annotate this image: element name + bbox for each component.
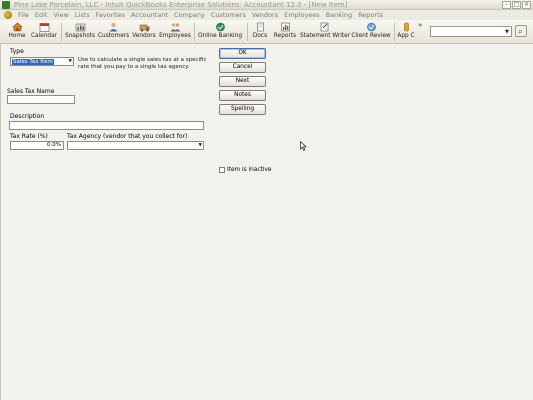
toolbar-docs-button[interactable]: Docs bbox=[251, 21, 269, 43]
tax-agency-label: Tax Agency (vendor that you collect for) bbox=[67, 133, 188, 140]
toolbar-separator bbox=[61, 23, 62, 41]
type-selected-value: Sales Tax Item bbox=[12, 59, 54, 65]
search-icon: ⌕ bbox=[518, 27, 523, 36]
chevron-down-icon[interactable]: ▼ bbox=[505, 29, 509, 35]
sales-tax-name-input[interactable] bbox=[7, 95, 75, 104]
menu-file[interactable]: File bbox=[15, 11, 32, 19]
item-inactive-checkbox[interactable] bbox=[219, 167, 225, 173]
toolbar-separator bbox=[394, 23, 395, 41]
client-review-icon bbox=[366, 22, 376, 32]
toolbar-separator bbox=[247, 23, 248, 41]
menu-employees[interactable]: Employees bbox=[281, 11, 323, 19]
description-input[interactable] bbox=[9, 121, 204, 130]
menu-view[interactable]: View bbox=[50, 11, 71, 19]
toolbar-calendar-label: Calendar bbox=[30, 33, 58, 39]
toolbar-snapshots-label: Snapshots bbox=[64, 33, 96, 39]
online-banking-icon bbox=[215, 22, 225, 32]
reports-icon bbox=[280, 22, 290, 32]
menu-favorites[interactable]: Favorites bbox=[93, 11, 128, 19]
toolbar-app-center-label: App C bbox=[397, 33, 415, 39]
notes-button[interactable]: Notes bbox=[219, 90, 266, 101]
toolbar-vendors-label: Vendors bbox=[132, 33, 156, 39]
toolbar-customers-button[interactable]: Customers bbox=[98, 21, 130, 43]
toolbar-client-review-label: Client Review bbox=[351, 33, 391, 39]
toolbar-search-combo[interactable]: ▼ bbox=[430, 26, 512, 37]
type-select[interactable]: Sales Tax Item ▼ bbox=[10, 57, 74, 66]
home-icon bbox=[11, 22, 23, 32]
close-button[interactable]: × bbox=[522, 1, 531, 9]
type-label: Type bbox=[10, 48, 24, 55]
menu-edit[interactable]: Edit bbox=[32, 11, 51, 19]
toolbar-vendors-button[interactable]: Vendors bbox=[131, 21, 157, 43]
window-controls: – □ × bbox=[502, 1, 531, 9]
menu-lists[interactable]: Lists bbox=[72, 11, 93, 19]
mouse-pointer-icon bbox=[300, 141, 307, 151]
search-button[interactable]: ⌕ bbox=[515, 25, 527, 37]
ok-button[interactable]: OK bbox=[219, 48, 266, 59]
toolbar-employees-label: Employees bbox=[159, 33, 191, 39]
type-description: Use to calculate a single sales tax at a… bbox=[78, 57, 207, 70]
toolbar-separator bbox=[194, 23, 195, 41]
snapshots-icon bbox=[75, 23, 85, 32]
toolbar-online-banking-label: Online Banking bbox=[197, 33, 243, 39]
toolbar-home-label: Home bbox=[8, 33, 26, 39]
next-button[interactable]: Next bbox=[219, 76, 266, 87]
chevron-down-icon[interactable]: ▼ bbox=[199, 143, 202, 148]
menu-vendors[interactable]: Vendors bbox=[249, 11, 281, 19]
toolbar-app-center-button[interactable]: App C bbox=[397, 21, 415, 43]
menu-banking[interactable]: Banking bbox=[323, 11, 355, 19]
toolbar-employees-button[interactable]: Employees bbox=[159, 21, 191, 43]
employees-icon bbox=[170, 23, 180, 32]
description-label: Description bbox=[10, 113, 45, 120]
toolbar-reports-button[interactable]: Reports bbox=[272, 21, 298, 43]
vendors-icon bbox=[139, 24, 149, 32]
window-title: Pine Lake Porcelain, LLC - Intuit QuickB… bbox=[14, 1, 348, 9]
toolbar-online-banking-button[interactable]: Online Banking bbox=[197, 21, 243, 43]
toolbar-docs-label: Docs bbox=[252, 33, 268, 39]
icon-toolbar: Home Calendar Snapshots Customers Vendor… bbox=[0, 20, 533, 44]
toolbar-customers-label: Customers bbox=[98, 33, 130, 39]
toolbar-more-chevron-icon[interactable]: » bbox=[418, 21, 422, 29]
toolbar-statement-writer-label: Statement Writer bbox=[300, 33, 351, 39]
toolbar-statement-writer-button[interactable]: Statement Writer bbox=[300, 21, 351, 43]
calendar-icon bbox=[39, 23, 49, 32]
toolbar-calendar-button[interactable]: Calendar bbox=[30, 21, 58, 43]
new-item-form: Type Sales Tax Item ▼ Use to calculate a… bbox=[0, 44, 533, 400]
menu-reports[interactable]: Reports bbox=[355, 11, 386, 19]
qb-logo-icon[interactable] bbox=[4, 11, 12, 19]
tax-rate-input[interactable]: 0.0% bbox=[10, 141, 64, 150]
cancel-button[interactable]: Cancel bbox=[219, 62, 266, 73]
menu-bar: File Edit View Lists Favorites Accountan… bbox=[0, 10, 533, 20]
item-inactive-row[interactable]: Item is inactive bbox=[219, 166, 271, 174]
toolbar-home-button[interactable]: Home bbox=[6, 21, 28, 43]
menu-customers[interactable]: Customers bbox=[208, 11, 249, 19]
tax-rate-label: Tax Rate (%) bbox=[10, 133, 48, 140]
toolbar-snapshots-button[interactable]: Snapshots bbox=[64, 21, 96, 43]
docs-icon bbox=[256, 22, 264, 32]
tax-agency-select[interactable]: ▼ bbox=[67, 141, 204, 150]
toolbar-reports-label: Reports bbox=[273, 33, 297, 39]
item-inactive-label: Item is inactive bbox=[227, 167, 272, 173]
sales-tax-name-label: Sales Tax Name bbox=[7, 88, 55, 95]
toolbar-client-review-button[interactable]: Client Review bbox=[351, 21, 391, 43]
maximize-button[interactable]: □ bbox=[512, 1, 521, 9]
title-bar: Pine Lake Porcelain, LLC - Intuit QuickB… bbox=[0, 0, 533, 10]
spelling-button[interactable]: Spelling bbox=[219, 104, 266, 115]
app-center-icon bbox=[403, 22, 409, 32]
menu-company[interactable]: Company bbox=[171, 11, 208, 19]
chevron-down-icon[interactable]: ▼ bbox=[69, 59, 72, 64]
minimize-button[interactable]: – bbox=[502, 1, 511, 9]
quickbooks-app-icon[interactable] bbox=[2, 1, 10, 9]
statement-writer-icon bbox=[320, 22, 328, 32]
tax-agency-value bbox=[69, 143, 71, 149]
customers-icon bbox=[109, 23, 117, 32]
menu-accountant[interactable]: Accountant bbox=[128, 11, 171, 19]
